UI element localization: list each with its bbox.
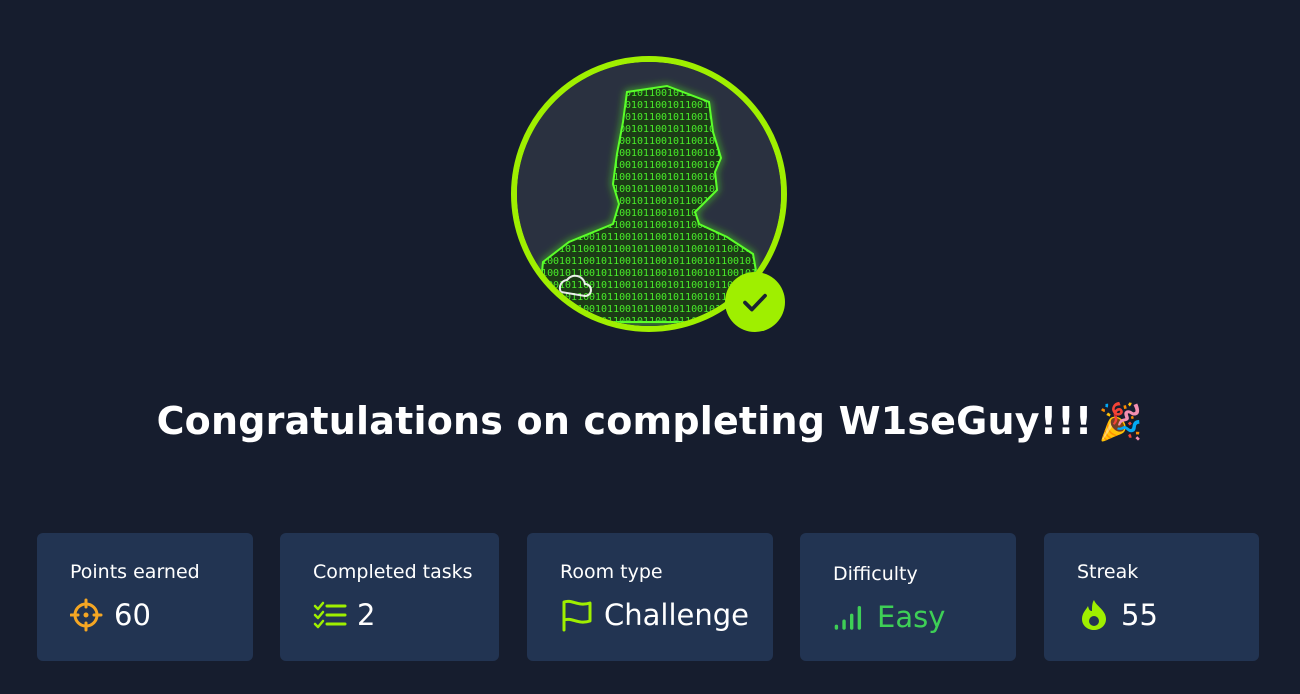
room-type-value: Challenge bbox=[604, 598, 749, 632]
completed-tasks-label: Completed tasks bbox=[313, 561, 473, 583]
room-type-card: Room type Challenge bbox=[527, 533, 773, 661]
completed-tasks-card: Completed tasks 2 bbox=[280, 533, 499, 661]
completed-check-icon bbox=[725, 272, 785, 332]
room-type-label: Room type bbox=[560, 561, 663, 583]
room-avatar: 010110 bbox=[511, 56, 787, 332]
streak-card: Streak 55 bbox=[1044, 533, 1259, 661]
party-popper-icon: 🎉 bbox=[1098, 402, 1144, 443]
task-list-icon bbox=[313, 598, 347, 632]
target-icon bbox=[70, 598, 104, 632]
difficulty-value: Easy bbox=[877, 600, 946, 634]
points-earned-card: Points earned 60 bbox=[37, 533, 253, 661]
streak-value: 55 bbox=[1121, 598, 1158, 632]
difficulty-bars-icon bbox=[833, 600, 867, 634]
difficulty-card: Difficulty Easy bbox=[800, 533, 1016, 661]
congratulations-text: Congratulations on completing W1seGuy!!! bbox=[156, 399, 1093, 443]
flame-icon bbox=[1077, 598, 1111, 632]
points-earned-label: Points earned bbox=[70, 561, 200, 583]
difficulty-label: Difficulty bbox=[833, 563, 918, 585]
flag-icon bbox=[560, 598, 594, 632]
completed-tasks-value: 2 bbox=[357, 598, 376, 632]
completion-page: 010110 bbox=[0, 0, 1300, 694]
points-earned-value: 60 bbox=[114, 598, 151, 632]
congratulations-title: Congratulations on completing W1seGuy!!!… bbox=[0, 395, 1300, 449]
streak-label: Streak bbox=[1077, 561, 1139, 583]
